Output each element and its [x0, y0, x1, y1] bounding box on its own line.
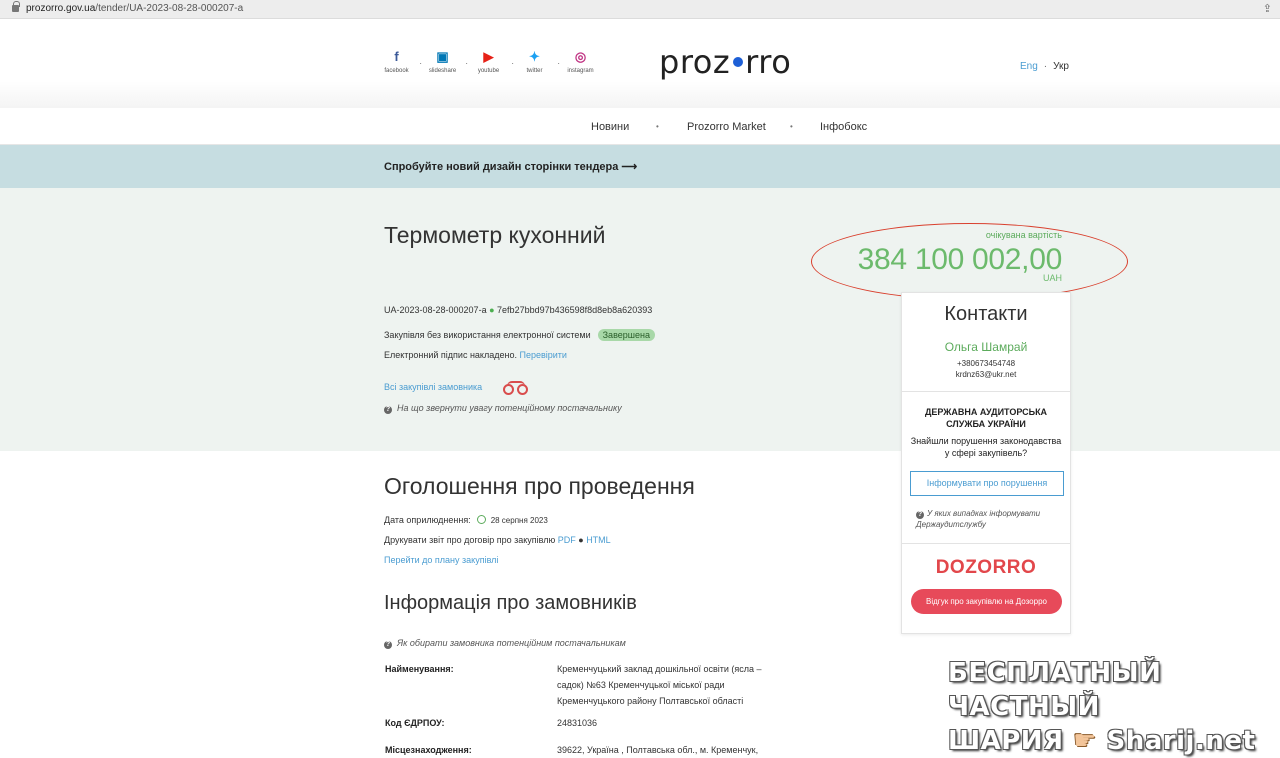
slideshare-icon: ▣ [436, 49, 449, 64]
social-links: f facebook · ▣ slideshare · ▶ youtube · … [384, 49, 614, 74]
tender-title: Термометр кухонний [384, 222, 606, 248]
lang-eng[interactable]: Eng [1020, 61, 1038, 72]
social-label: twitter [526, 68, 543, 74]
tender-hash: 7efb27bbd97b436598f8d8eb8a620393 [497, 305, 653, 315]
signature-text: Електронний підпис накладено. [384, 350, 517, 360]
customer-info-title: Інформація про замовників [384, 592, 637, 614]
social-label: slideshare [428, 68, 457, 74]
supplier-hint[interactable]: ? На що звернути увагу потенційному поста… [384, 403, 622, 414]
verify-signature-link[interactable]: Перевірити [519, 350, 566, 360]
new-design-banner[interactable]: Спробуйте новий дизайн сторінки тендера … [0, 145, 1280, 188]
social-slideshare[interactable]: ▣ slideshare · [429, 49, 468, 74]
lock-icon [12, 1, 20, 12]
tender-identifier: UA-2023-08-28-000207-a ● 7efb27bbd97b436… [384, 305, 653, 315]
social-label: youtube [477, 68, 500, 74]
clock-icon [476, 515, 486, 524]
customer-name-value: Кременчуцький заклад дошкільної освіти (… [557, 664, 762, 706]
language-switcher: Eng · Укр [1020, 61, 1069, 72]
publication-date-row: Дата оприлюднення: 28 серпня 2023 [384, 515, 548, 525]
facebook-icon: f [394, 49, 399, 64]
social-instagram[interactable]: ◎ instagram [567, 49, 593, 74]
report-violation-button[interactable]: Інформувати про порушення [910, 471, 1064, 496]
pointing-hand-icon: ☛ [1073, 726, 1097, 756]
html-link[interactable]: HTML [586, 535, 611, 545]
contacts-title: Контакти [944, 303, 1028, 325]
dasu-heading: ДЕРЖАВНА АУДИТОРСЬКА СЛУЖБА УКРАЇНИ [924, 407, 1048, 429]
lang-ukr[interactable]: Укр [1053, 61, 1069, 72]
procurement-plan-link[interactable]: Перейти до плану закупівлі [384, 555, 498, 565]
social-twitter[interactable]: ✦ twitter · [522, 49, 560, 74]
url-text[interactable]: prozorro.gov.ua/tender/UA-2023-08-28-000… [26, 3, 243, 14]
contact-email[interactable]: krdnz63@ukr.net [902, 370, 1070, 379]
tender-hero [0, 188, 1280, 451]
contact-phone[interactable]: +380673454748 [902, 359, 1070, 368]
pdf-link[interactable]: PDF [558, 535, 576, 545]
browser-url-bar[interactable]: prozorro.gov.ua/tender/UA-2023-08-28-000… [0, 0, 1280, 19]
instagram-icon: ◎ [574, 49, 587, 64]
social-label: instagram [567, 68, 594, 74]
question-icon: ? [916, 511, 924, 519]
customer-name-label: Найменування: [385, 664, 454, 674]
question-icon: ? [384, 641, 392, 649]
question-icon: ? [384, 406, 392, 414]
nav-infobox[interactable]: Інфобокс [820, 121, 867, 133]
nav-prozorro-market[interactable]: Prozorro Market [687, 121, 766, 133]
sharij-watermark: БЕСПЛАТНЫЙ ЧАСТНЫЙ ШАРИЯ ☛ Sharij.net [948, 658, 1256, 756]
banner-text[interactable]: Спробуйте новий дизайн сторінки тендера … [384, 160, 637, 173]
social-label: facebook [384, 68, 409, 74]
edrpou-value: 24831036 [557, 718, 598, 728]
violation-question: Знайшли порушення законодавства у сфері … [910, 436, 1062, 458]
signature-row: Електронний підпис накладено. Перевірити [384, 350, 567, 360]
prozorro-logo[interactable]: proz rro [659, 43, 791, 81]
youtube-icon: ▶ [483, 49, 494, 64]
location-label: Місцезнаходження: [385, 745, 472, 755]
announcement-title: Оголошення про проведення [384, 473, 695, 499]
social-facebook[interactable]: f facebook · [384, 49, 422, 74]
edrpou-label: Код ЄДРПОУ: [385, 718, 445, 728]
location-value: 39622, Україна , Полтавська обл., м. Кре… [557, 745, 759, 755]
all-procurements-link[interactable]: Всі закупівлі замовника [384, 382, 482, 392]
print-report-row: Друкувати звіт про договір про закупівлю… [384, 535, 611, 545]
red-highlight-ellipse [811, 223, 1128, 300]
dasu-hint[interactable]: ? У яких випадках інформувати Держаудитсл… [916, 508, 1066, 530]
contacts-panel: Контакти Ольга Шамрай +380673454748 krdn… [901, 292, 1071, 634]
tender-id[interactable]: UA-2023-08-28-000207-a [384, 305, 487, 315]
twitter-icon: ✦ [529, 49, 540, 64]
publication-date: 28 серпня 2023 [490, 516, 548, 525]
share-icon[interactable]: ⇪ [1263, 2, 1272, 15]
social-youtube[interactable]: ▶ youtube · [476, 49, 514, 74]
procedure-type: Закупівля без використання електронної с… [384, 330, 591, 340]
customer-hint[interactable]: ? Як обирати замовника потенційним постач… [384, 638, 626, 649]
contact-name: Ольга Шамрай [944, 340, 1028, 354]
dozorro-review-button[interactable]: Відгук про закупівлю на Дозорро [911, 589, 1062, 614]
nav-news[interactable]: Новини [591, 121, 629, 133]
status-badge: Завершена [597, 329, 655, 341]
main-nav: Новини • Prozorro Market • Інфобокс [0, 108, 1280, 145]
dozorro-logo[interactable]: DOZORRO [902, 557, 1070, 579]
site-header: f facebook · ▣ slideshare · ▶ youtube · … [0, 19, 1280, 108]
binoculars-icon[interactable] [502, 381, 530, 395]
procedure-row: Закупівля без використання електронної с… [384, 329, 655, 341]
